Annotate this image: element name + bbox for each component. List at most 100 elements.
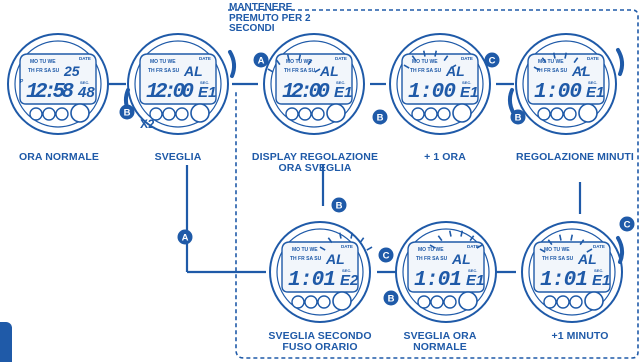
watch-main-digits: 1:01 <box>414 269 462 292</box>
watch-seconds-digits: E1 <box>592 272 610 289</box>
watch-top-digits: 25 <box>63 63 80 79</box>
badge-letter: A <box>182 233 189 244</box>
button-badge-b: B <box>372 109 388 125</box>
subdial-left <box>417 295 431 309</box>
subdial-middle <box>298 107 312 121</box>
badge-letter: B <box>377 113 384 124</box>
date-label: DATE <box>341 244 353 249</box>
subdial-right <box>569 295 583 309</box>
button-badge-c: C <box>378 247 394 263</box>
sensor-circle <box>326 103 346 123</box>
caption-line: FUSO ORARIO <box>282 341 358 353</box>
watch-main-digits: 1:00 <box>408 81 456 104</box>
watch-top-digits: AL <box>577 251 597 267</box>
badge-letter: B <box>336 201 343 212</box>
day-label-row2: TH FR SA SU <box>416 256 448 262</box>
sensor-circle <box>584 291 604 311</box>
pusher-button-arc <box>507 88 516 116</box>
pusher-button-arc <box>228 50 237 78</box>
subdial-left <box>411 107 425 121</box>
note-line-3: SECONDI <box>229 23 275 34</box>
watch-alarm-setting-diagram: MO TU WE TH FR SA SU DATE 25 SEC. P 12:58 48 MO … <box>0 0 641 362</box>
day-label-row1: MO TU WE <box>292 247 318 253</box>
subdial-middle <box>550 107 564 121</box>
watch-seconds-digits: E1 <box>466 272 484 289</box>
caption-regolazione-minuti: REGOLAZIONE MINUTI <box>510 152 640 163</box>
caption-display-regolazione: DISPLAY REGOLAZIONE ORA SVEGLIA <box>240 152 390 174</box>
watch-main-digits: 12:58 <box>26 81 74 104</box>
subdial-right <box>317 295 331 309</box>
subdial-right <box>563 107 577 121</box>
subdial-right <box>443 295 457 309</box>
caption-sveglia-secondo-fuso: SVEGLIA SECONDO FUSO ORARIO <box>255 331 385 353</box>
watch-main-digits: 12:00 <box>282 81 330 104</box>
subdial-middle <box>42 107 56 121</box>
watch-seconds-digits: E1 <box>334 84 352 101</box>
watch-regolazione-minuti: MO TU WETH FR SA SUDATEALSEC.1:00 E1 <box>515 33 617 135</box>
caption-line: ORA SVEGLIA <box>278 162 352 174</box>
caption-line: + 1 ORA <box>424 151 466 163</box>
day-label-row1: MO TU WE <box>544 247 570 253</box>
badge-letter: B <box>124 108 131 119</box>
watch-top-digits: AL <box>183 63 203 79</box>
day-label-row2: TH FR SA SU <box>536 68 568 74</box>
sensor-circle <box>458 291 478 311</box>
day-label-row1: MO TU WE <box>538 59 564 65</box>
subdial-left <box>537 107 551 121</box>
day-label-row2: TH FR SA SU <box>284 68 316 74</box>
button-badge-c: C <box>484 52 500 68</box>
sensor-circle <box>452 103 472 123</box>
watch-sveglia-secondo-fuso: MO TU WETH FR SA SUDATEALSEC.1:01 E2 <box>269 221 371 323</box>
sensor-circle <box>70 103 90 123</box>
date-label: DATE <box>461 56 473 61</box>
caption-line: +1 MINUTO <box>551 330 609 342</box>
subdial-middle <box>424 107 438 121</box>
badge-letter: A <box>258 56 265 67</box>
date-label: DATE <box>199 56 211 61</box>
blink-ray <box>366 246 373 251</box>
watch-seconds-digits: E1 <box>586 84 604 101</box>
watch-top-digits: AL <box>325 251 345 267</box>
diagram-canvas: MO TU WETH FR SA SUDATE25SEC.P 12:58 48MO … <box>7 9 639 359</box>
subdial-right <box>55 107 69 121</box>
subdial-middle <box>162 107 176 121</box>
watch-main-digits: 1:01 <box>540 269 588 292</box>
subdial-middle <box>304 295 318 309</box>
day-label-row2: TH FR SA SU <box>410 68 442 74</box>
badge-letter: C <box>383 251 390 262</box>
sensor-circle <box>332 291 352 311</box>
subdial-left <box>29 107 43 121</box>
blink-ray <box>359 237 365 244</box>
badge-letter: C <box>624 220 631 231</box>
watch-piu-1-ora: MO TU WETH FR SA SUDATEALSEC.1:00 E1 <box>389 33 491 135</box>
subdial-right <box>437 107 451 121</box>
pusher-button-arc <box>616 48 625 76</box>
watch-main-digits: 1:01 <box>288 269 336 292</box>
caption-line: NORMALE <box>413 341 467 353</box>
date-label: DATE <box>79 56 91 61</box>
watch-top-digits: AL <box>319 63 339 79</box>
caption-sveglia: SVEGLIA <box>128 152 228 163</box>
button-badge-b: B <box>331 197 347 213</box>
watch-top-digits: AL <box>451 251 471 267</box>
caption-line: SVEGLIA <box>154 151 202 163</box>
button-badge-b: B <box>383 290 399 306</box>
date-label: DATE <box>593 244 605 249</box>
watch-seconds-digits: E2 <box>340 272 359 289</box>
badge-letter: C <box>489 56 496 67</box>
caption-ora-normale: ORA NORMALE <box>4 152 114 163</box>
note-line-1: MANTENERE <box>229 2 293 13</box>
caption-sveglia-ora-normale: SVEGLIA ORA NORMALE <box>390 331 490 353</box>
caption-piu-1-minuto: +1 MINUTO <box>530 331 630 342</box>
subdial-right <box>175 107 189 121</box>
date-label: DATE <box>587 56 599 61</box>
watch-top-digits: AL <box>571 63 591 79</box>
subdial-middle <box>556 295 570 309</box>
button-badge-c: C <box>619 216 635 232</box>
subdial-left <box>285 107 299 121</box>
watch-ora-normale: MO TU WETH FR SA SUDATE25SEC.P 12:58 48 <box>7 33 109 135</box>
watch-seconds-digits: E1 <box>198 84 216 101</box>
day-label-row2: TH FR SA SU <box>28 68 60 74</box>
day-label-row2: TH FR SA SU <box>148 68 180 74</box>
watch-seconds-digits: E1 <box>460 84 478 101</box>
